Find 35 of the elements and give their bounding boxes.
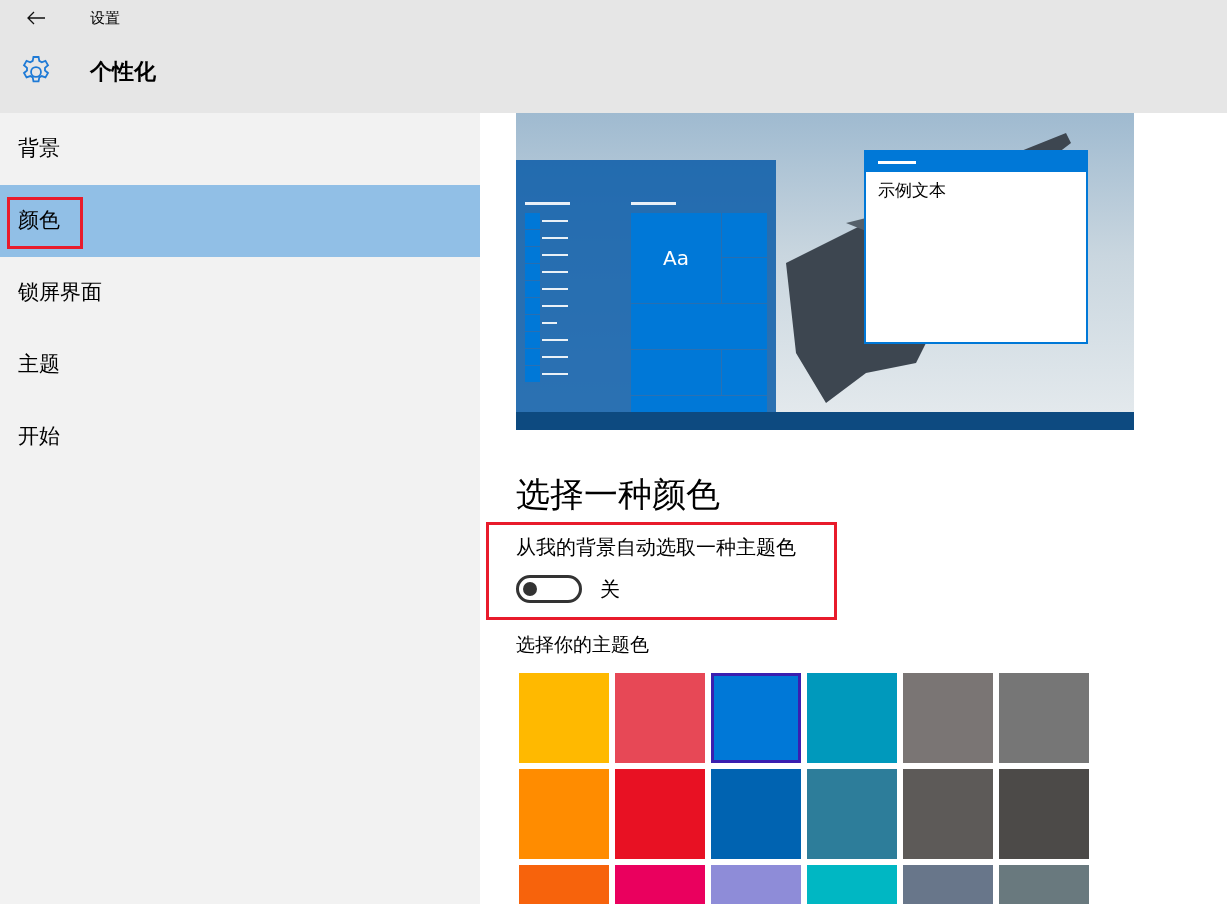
app-list-entry-drawing [525, 349, 570, 365]
tile [722, 350, 767, 395]
app-list-entry-drawing [525, 281, 570, 297]
app-list-entry-drawing [525, 230, 570, 246]
tile [722, 258, 767, 303]
tile [722, 213, 767, 257]
window-title: 设置 [90, 7, 120, 29]
section-heading: 选择一种颜色 [516, 473, 721, 516]
app-list-entry-drawing [525, 213, 570, 229]
accent-label: 选择你的主题色 [516, 632, 650, 657]
app-list-entry-drawing [525, 247, 570, 263]
color-swatch[interactable] [711, 768, 801, 859]
tile: Aa [631, 213, 721, 303]
setting-label: 从我的背景自动选取一种主题色 [516, 534, 797, 561]
color-swatch[interactable] [519, 768, 609, 859]
color-swatch[interactable] [615, 768, 705, 859]
color-swatch[interactable] [711, 672, 801, 763]
color-swatch[interactable] [903, 672, 993, 763]
color-swatch[interactable] [903, 768, 993, 859]
toggle-state: 关 [600, 576, 620, 603]
color-swatch[interactable] [999, 672, 1089, 763]
sample-text: 示例文本 [877, 179, 947, 202]
sidebar-item[interactable]: 颜色 [0, 185, 480, 257]
app-list-entry-drawing [525, 264, 570, 280]
color-swatch[interactable] [519, 672, 609, 763]
back-arrow-icon [26, 11, 46, 25]
toggle-switch[interactable] [516, 575, 582, 603]
color-swatch[interactable] [807, 768, 897, 859]
color-swatch[interactable] [999, 768, 1089, 859]
app-list-entry-drawing [525, 298, 570, 314]
color-swatch[interactable] [807, 672, 897, 763]
color-swatch[interactable] [615, 672, 705, 763]
page-title: 个性化 [90, 58, 156, 86]
app-list-entry-drawing [525, 332, 570, 348]
app-list-entry-drawing [525, 366, 570, 382]
